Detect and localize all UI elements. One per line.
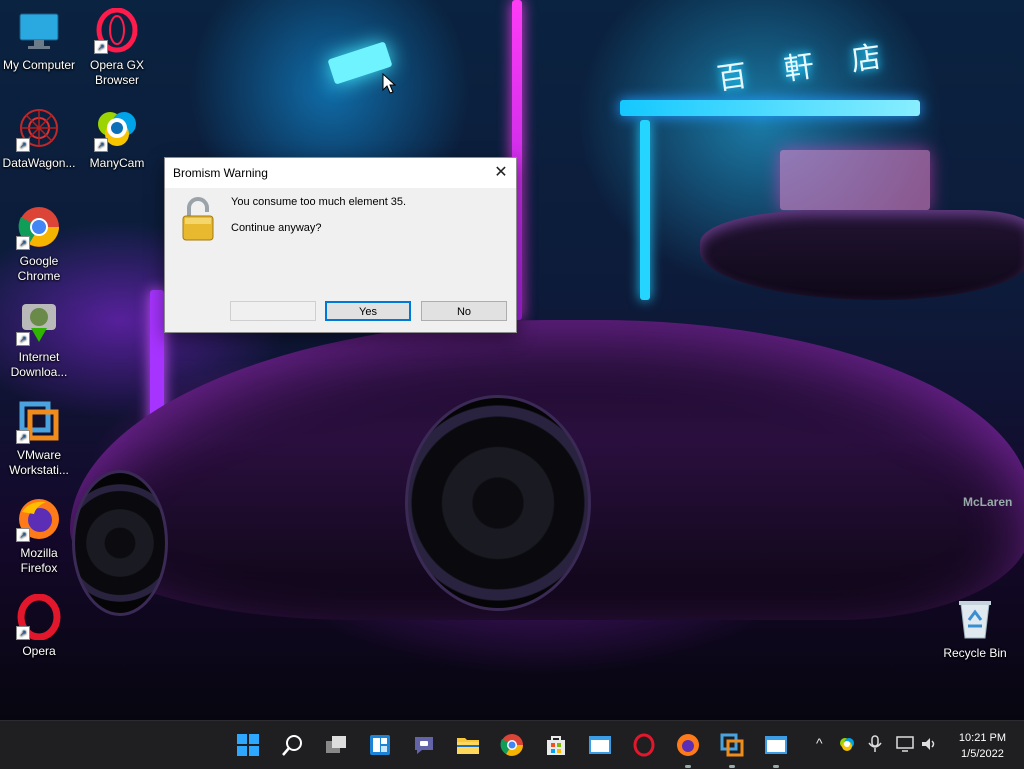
chrome-icon: [500, 734, 523, 756]
vmware-icon: [720, 733, 744, 757]
chat-icon: [415, 737, 433, 754]
show-hidden-icons-button[interactable]: ^: [816, 735, 823, 751]
icon-label: VMware Workstati...: [9, 448, 69, 477]
neon-streak: [780, 150, 930, 210]
widgets-button[interactable]: [368, 733, 392, 757]
icon-label: My Computer: [2, 58, 76, 72]
yes-button[interactable]: Yes: [325, 301, 411, 321]
store-icon: [547, 736, 565, 755]
file-explorer-button[interactable]: [456, 733, 480, 757]
desktop-icon-my-computer[interactable]: My Computer: [0, 8, 78, 73]
desktop-icon-manycam[interactable]: ↗ ManyCam: [78, 106, 156, 171]
icon-label: Recycle Bin: [943, 646, 1007, 660]
icon-label: Google Chrome: [17, 254, 61, 283]
car-wheel-front: [72, 470, 168, 616]
recycle-bin-icon: [952, 596, 998, 642]
blank-button[interactable]: [230, 301, 316, 321]
dialog-message-line1: You consume too much element 35.: [231, 196, 407, 208]
icon-label: Internet Downloa...: [10, 350, 68, 379]
desktop-icon-google-chrome[interactable]: ↗ Google Chrome: [0, 204, 78, 284]
clock-time: 10:21 PM: [958, 732, 1006, 744]
folder-icon: [457, 738, 479, 754]
desktop-icon-mozilla-firefox[interactable]: ↗ Mozilla Firefox: [0, 496, 78, 576]
shortcut-arrow-icon: ↗: [94, 138, 108, 152]
icon-label: Opera: [22, 644, 56, 658]
desktop-wallpaper: 百 軒 店 McLaren My Computer ↗ Opera GX Bro…: [0, 0, 1024, 720]
store-button[interactable]: [544, 733, 568, 757]
chevron-up-icon: ^: [816, 735, 823, 751]
desktop-icon-datawagon[interactable]: ↗ DataWagon...: [0, 106, 78, 171]
taskbar: ^ 10:21 PM 1/5/2022: [0, 720, 1024, 769]
microphone-icon: [868, 735, 882, 752]
icon-label: Opera GX Browser: [89, 58, 145, 87]
vmware-taskbar-button[interactable]: [720, 733, 744, 757]
icon-label: ManyCam: [89, 156, 145, 170]
unlocked-padlock-icon: [181, 196, 214, 244]
desktop-icon-opera-gx[interactable]: ↗ Opera GX Browser: [78, 7, 156, 88]
system-clock[interactable]: 10:21 PM 1/5/2022: [959, 730, 1006, 762]
idm-icon: ↗: [16, 300, 62, 346]
teams-chat-button[interactable]: [412, 733, 436, 757]
opera-icon: [633, 733, 655, 757]
task-view-icon: [326, 736, 346, 753]
desktop-icon-vmware-workstation[interactable]: ↗ VMware Workstati...: [0, 398, 78, 478]
search-icon: [282, 735, 302, 756]
dialog-close-button[interactable]: ✕: [486, 158, 516, 188]
car-wheel-rear: [405, 395, 591, 611]
widgets-icon: [370, 735, 390, 755]
car-badge: McLaren: [963, 495, 1013, 509]
network-button[interactable]: [896, 735, 914, 756]
dialog-message-line2: Continue anyway?: [231, 222, 322, 234]
vmware-icon: ↗: [16, 398, 62, 444]
opera-gx-icon: ↗: [94, 7, 140, 54]
microphone-button[interactable]: [868, 735, 882, 756]
datawagon-icon: ↗: [16, 106, 62, 152]
shortcut-arrow-icon: ↗: [16, 138, 30, 152]
icon-label: DataWagon...: [2, 156, 76, 170]
icon-label: Mozilla Firefox: [20, 546, 58, 575]
app-window-button[interactable]: [588, 733, 612, 757]
clock-date: 1/5/2022: [961, 748, 1004, 760]
warning-dialog: Bromism Warning ✕ You consume too much e…: [164, 157, 517, 333]
manycam-icon: ↗: [94, 106, 140, 152]
dialog-titlebar[interactable]: Bromism Warning ✕: [165, 158, 516, 188]
close-icon: ✕: [494, 164, 508, 181]
mouse-cursor-icon: [382, 73, 396, 94]
shortcut-arrow-icon: ↗: [16, 236, 30, 250]
shortcut-arrow-icon: ↗: [16, 528, 30, 542]
app-window-icon: [589, 736, 611, 754]
app-window-button-2[interactable]: [764, 733, 788, 757]
shortcut-arrow-icon: ↗: [16, 626, 30, 640]
windows-logo-icon: [237, 734, 259, 756]
desktop-icon-opera[interactable]: ↗ Opera: [0, 593, 78, 659]
opera-taskbar-button[interactable]: [632, 733, 656, 757]
shortcut-arrow-icon: ↗: [94, 40, 108, 54]
neon-streak: [620, 100, 920, 116]
car-wing: [700, 210, 1024, 300]
search-button[interactable]: [280, 733, 304, 757]
desktop-icon-internet-download-manager[interactable]: ↗ Internet Downloa...: [0, 300, 78, 380]
shortcut-arrow-icon: ↗: [16, 430, 30, 444]
chrome-taskbar-button[interactable]: [500, 733, 524, 757]
firefox-icon: [677, 734, 699, 756]
task-view-button[interactable]: [324, 733, 348, 757]
no-button[interactable]: No: [421, 301, 507, 321]
network-icon: [896, 736, 914, 752]
wallpaper-sign: 百 軒 店: [714, 37, 898, 98]
tray-manycam-icon[interactable]: [838, 735, 856, 756]
chrome-icon: ↗: [16, 204, 62, 250]
volume-button[interactable]: [920, 735, 938, 756]
firefox-icon: ↗: [16, 496, 62, 542]
computer-icon: [16, 8, 62, 54]
desktop-icon-recycle-bin[interactable]: Recycle Bin: [936, 596, 1014, 661]
shortcut-arrow-icon: ↗: [16, 332, 30, 346]
dialog-title: Bromism Warning: [173, 166, 268, 180]
neon-streak: [640, 120, 650, 300]
opera-icon: ↗: [16, 593, 62, 641]
start-button[interactable]: [236, 733, 260, 757]
firefox-taskbar-button[interactable]: [676, 733, 700, 757]
app-window-icon: [765, 736, 787, 754]
volume-icon: [922, 738, 935, 750]
